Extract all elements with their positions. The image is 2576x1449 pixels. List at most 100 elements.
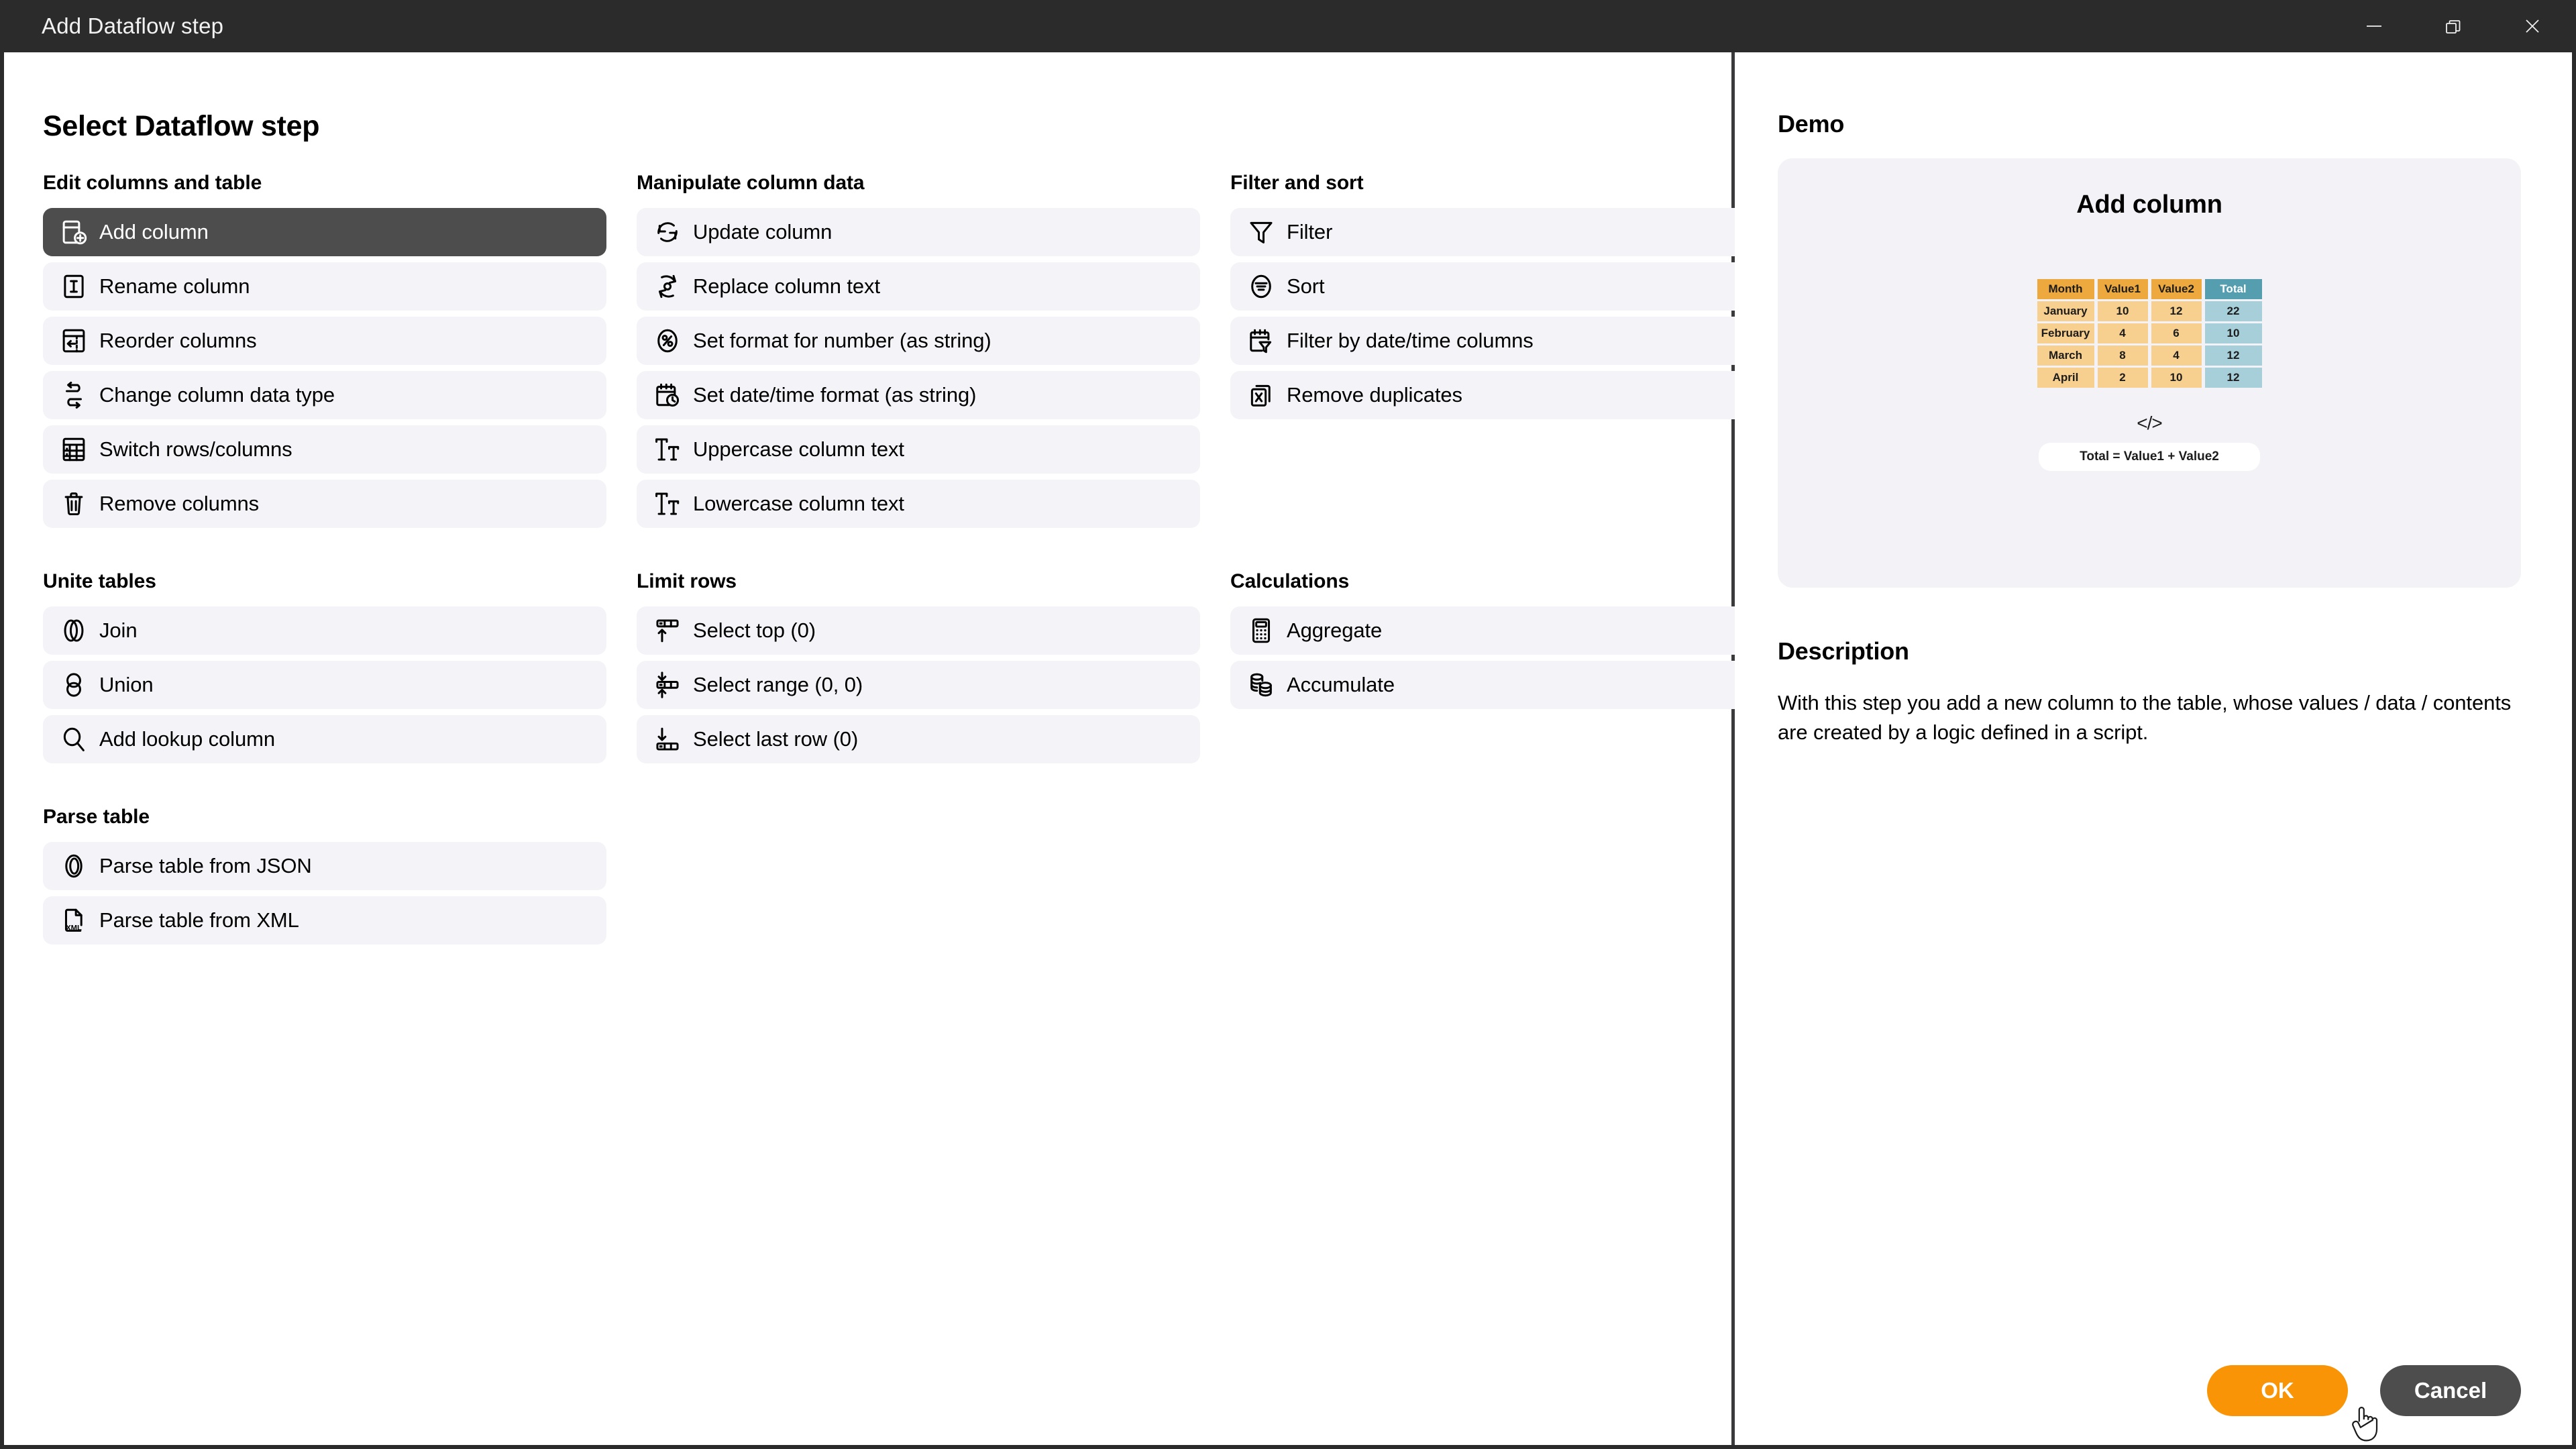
preview-pane: Demo Add column Month Value1 Value2 Tota… [1735, 52, 2572, 1445]
step-item-parse-table-from-json[interactable]: Parse table from JSON [43, 842, 606, 890]
step-item-rename-column[interactable]: Rename column [43, 262, 606, 311]
refresh-icon [652, 217, 683, 248]
page-title: Select Dataflow step [43, 110, 320, 142]
step-item-label: Parse table from JSON [99, 854, 312, 877]
group-title: Calculations [1230, 570, 1350, 592]
restore-button[interactable] [2414, 0, 2493, 52]
table-cell: 12 [2151, 301, 2202, 321]
grid-spacer [637, 769, 1200, 806]
step-item-add-column[interactable]: Add column [43, 208, 606, 256]
step-item-label: Remove columns [99, 492, 260, 515]
ok-button[interactable]: OK [2207, 1365, 2348, 1416]
group-filter-and-sort: Filter and sort Filter Sort Filter by da… [1230, 172, 1794, 425]
magnifier-icon [58, 724, 89, 755]
table-cell: April [2037, 368, 2094, 388]
funnel-icon [1246, 217, 1277, 248]
step-item-label: Filter by date/time columns [1287, 329, 1534, 352]
step-item-add-lookup-column[interactable]: Add lookup column [43, 715, 606, 763]
step-item-sort[interactable]: Sort [1230, 262, 1794, 311]
step-item-label: Reorder columns [99, 329, 257, 352]
table-cell: 4 [2151, 345, 2202, 366]
step-item-parse-table-from-xml[interactable]: XML Parse table from XML [43, 896, 606, 945]
table-cell: March [2037, 345, 2094, 366]
step-item-select-top[interactable]: Select top (0) [637, 606, 1200, 655]
group-title: Limit rows [637, 570, 737, 592]
add-dataflow-step-dialog: Add Dataflow step Select Dataflow step E… [0, 0, 2576, 1449]
table-header-cell: Value2 [2151, 279, 2202, 299]
demo-title: Demo [1778, 110, 1845, 138]
step-item-set-date-time-format[interactable]: Set date/time format (as string) [637, 371, 1200, 419]
step-item-select-range[interactable]: Select range (0, 0) [637, 661, 1200, 709]
step-item-filter-by-date-time-columns[interactable]: Filter by date/time columns [1230, 317, 1794, 365]
calendar-clock-icon [652, 380, 683, 411]
close-button[interactable] [2493, 0, 2572, 52]
group-unite-tables: Unite tables Join Union Add lookup colum… [43, 570, 606, 769]
step-item-reorder-columns[interactable]: Reorder columns [43, 317, 606, 365]
grid-spacer [1230, 534, 1794, 570]
table-cell: 8 [2097, 345, 2148, 366]
step-item-label: Uppercase column text [693, 437, 904, 461]
step-item-label: Set format for number (as string) [693, 329, 991, 352]
window-controls [2334, 0, 2572, 52]
group-title: Unite tables [43, 570, 156, 592]
group-title: Parse table [43, 806, 150, 828]
step-item-uppercase-column-text[interactable]: Uppercase column text [637, 425, 1200, 474]
step-item-label: Accumulate [1287, 673, 1395, 696]
group-limit-rows: Limit rows Select top (0) Select range (… [637, 570, 1200, 769]
table-cell: 10 [2097, 301, 2148, 321]
step-item-label: Remove duplicates [1287, 383, 1462, 407]
formula-pill: Total = Value1 + Value2 [2039, 443, 2260, 471]
step-item-label: Change column data type [99, 383, 335, 407]
minimize-button[interactable] [2334, 0, 2414, 52]
step-item-accumulate[interactable]: Accumulate [1230, 661, 1794, 709]
step-item-label: Add lookup column [99, 727, 275, 751]
step-item-update-column[interactable]: Update column [637, 208, 1200, 256]
step-item-join[interactable]: Join [43, 606, 606, 655]
table-cell: 12 [2204, 368, 2262, 388]
demo-card-title: Add column [2076, 191, 2222, 219]
group-title: Filter and sort [1230, 172, 1364, 194]
step-item-remove-duplicates[interactable]: Remove duplicates [1230, 371, 1794, 419]
step-item-label: Update column [693, 220, 833, 244]
step-item-remove-columns[interactable]: Remove columns [43, 480, 606, 528]
dialog-footer: OK Cancel [2207, 1365, 2521, 1416]
dialog-body: Select Dataflow step Edit columns and ta… [4, 52, 2572, 1445]
step-item-lowercase-column-text[interactable]: Lowercase column text [637, 480, 1200, 528]
step-item-label: Switch rows/columns [99, 437, 292, 461]
table-row: April 2 10 12 [2037, 368, 2262, 388]
step-group-grid: Edit columns and table Add column Rename… [43, 172, 1794, 951]
cancel-button[interactable]: Cancel [2380, 1365, 2521, 1416]
step-item-label: Set date/time format (as string) [693, 383, 977, 407]
step-item-label: Add column [99, 220, 209, 244]
trash-icon [58, 488, 89, 519]
grid-spacer [43, 534, 606, 570]
step-item-union[interactable]: Union [43, 661, 606, 709]
step-item-aggregate[interactable]: Aggregate [1230, 606, 1794, 655]
table-header-cell: Month [2037, 279, 2094, 299]
reorder-columns-icon [58, 325, 89, 356]
step-item-switch-rows-columns[interactable]: Switch rows/columns [43, 425, 606, 474]
step-item-replace-column-text[interactable]: Replace column text [637, 262, 1200, 311]
step-item-label: Aggregate [1287, 619, 1383, 642]
step-item-filter[interactable]: Filter [1230, 208, 1794, 256]
table-header-cell: Total [2204, 279, 2262, 299]
group-manipulate-column-data: Manipulate column data Update column Rep… [637, 172, 1200, 534]
step-item-label: Lowercase column text [693, 492, 904, 515]
rename-column-icon [58, 271, 89, 302]
step-item-label: Rename column [99, 274, 250, 298]
description-title: Description [1778, 637, 1909, 665]
step-item-label: Join [99, 619, 138, 642]
table-cell: 10 [2204, 323, 2262, 343]
group-title: Manipulate column data [637, 172, 865, 194]
step-item-select-last-row[interactable]: Select last row (0) [637, 715, 1200, 763]
step-item-label: Parse table from XML [99, 908, 299, 932]
step-item-label: Sort [1287, 274, 1325, 298]
table-header-cell: Value1 [2097, 279, 2148, 299]
grid-spacer [1230, 769, 1794, 806]
step-item-change-column-data-type[interactable]: Change column data type [43, 371, 606, 419]
table-cell: 22 [2204, 301, 2262, 321]
step-item-label: Union [99, 673, 154, 696]
step-item-set-format-for-number[interactable]: Set format for number (as string) [637, 317, 1200, 365]
select-last-row-icon [652, 724, 683, 755]
table-cell: 12 [2204, 345, 2262, 366]
